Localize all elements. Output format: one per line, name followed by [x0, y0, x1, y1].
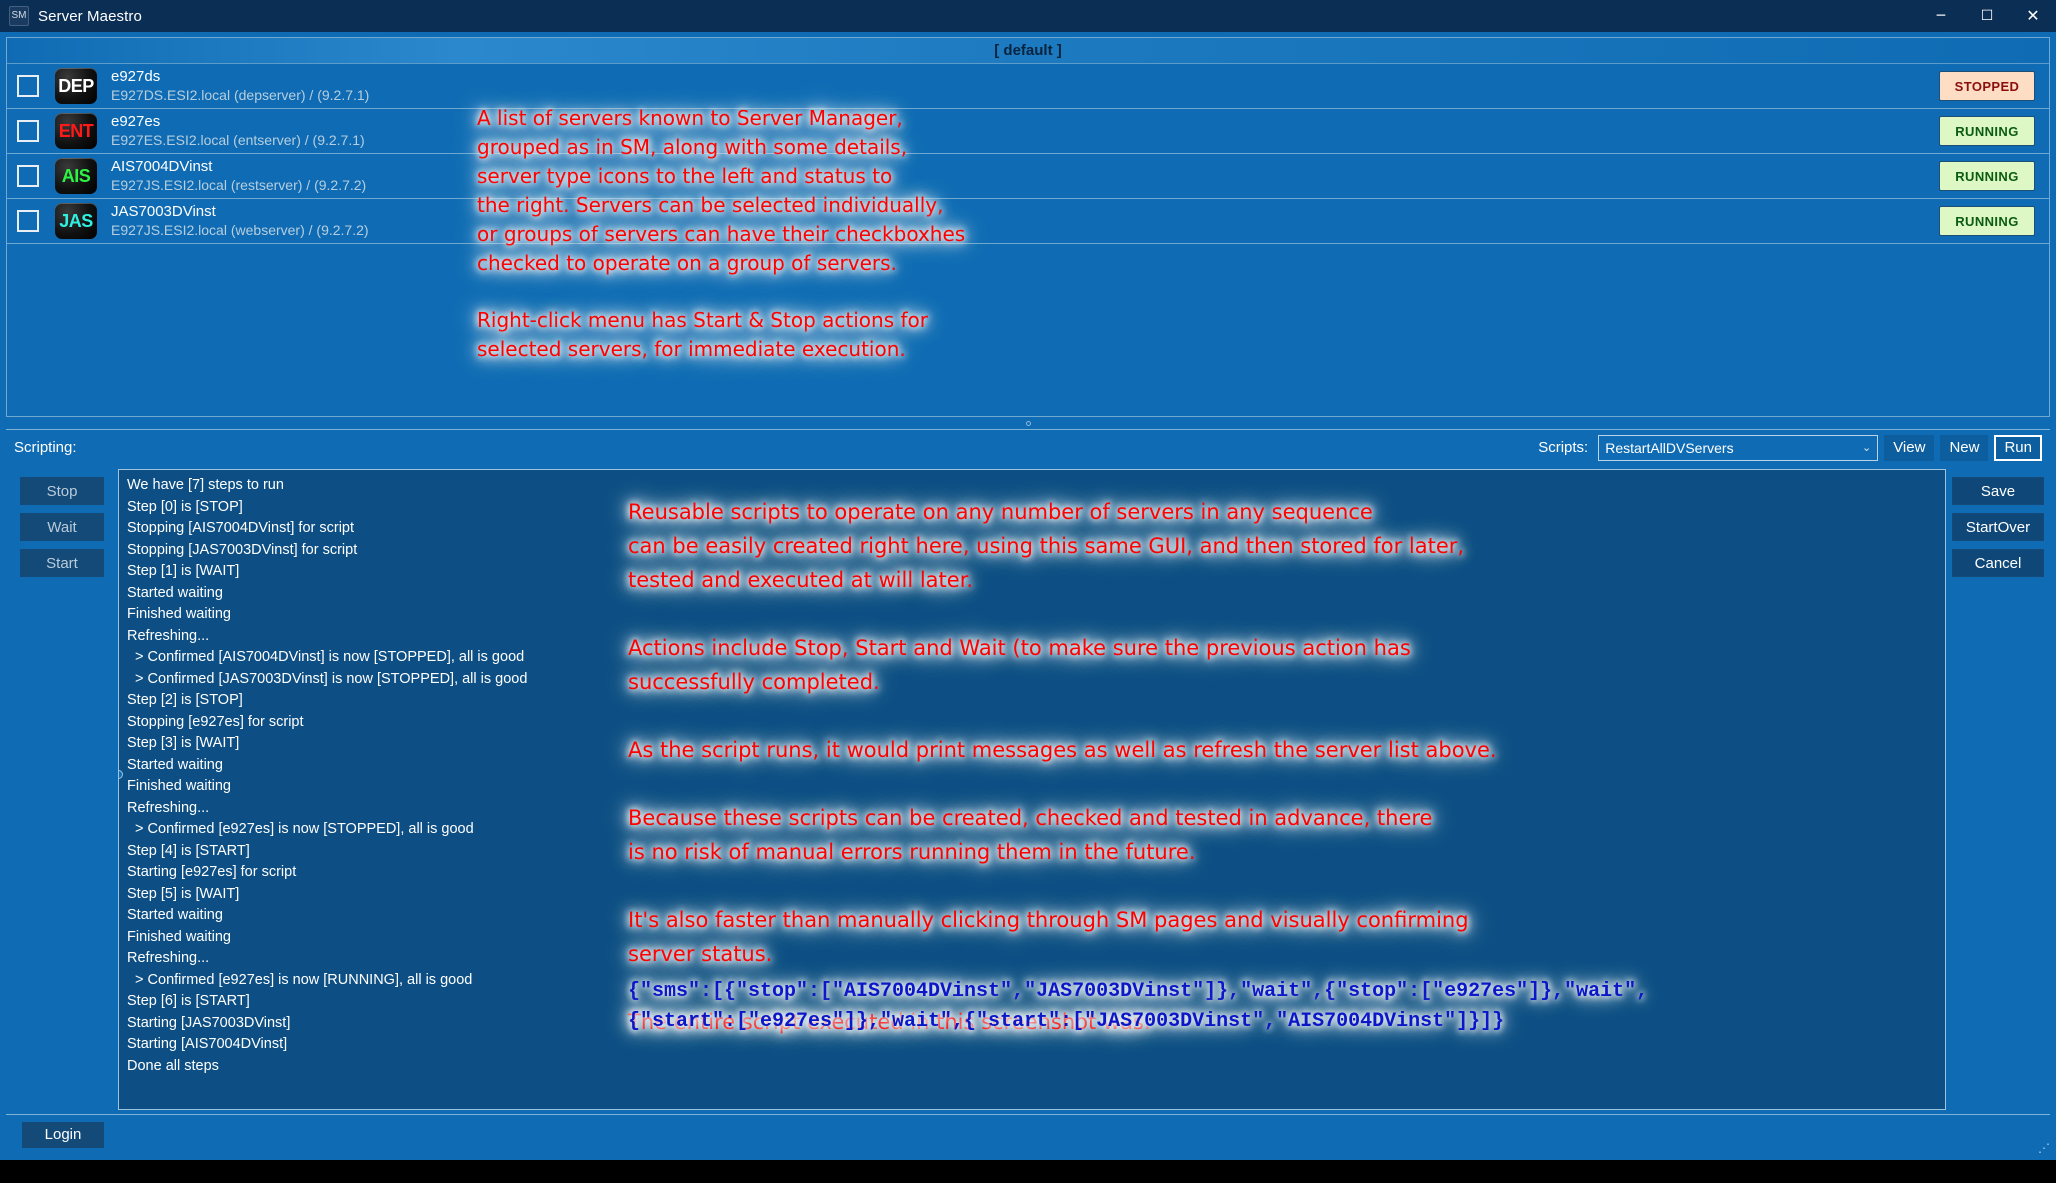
login-button[interactable]: Login	[22, 1121, 104, 1148]
server-name: e927es	[111, 113, 161, 130]
scripting-section-label: Scripting:	[14, 439, 77, 456]
status-badge[interactable]: RUNNING	[1939, 161, 2035, 191]
row-text: e927ds E927DS.ESI2.local (depserver) / (…	[111, 67, 1939, 105]
script-log-panel[interactable]: We have [7] steps to run Step [0] is [ST…	[118, 469, 1946, 1110]
table-row[interactable]: AIS AIS7004DVinst E927JS.ESI2.local (res…	[7, 154, 2049, 199]
desktop-background	[0, 1160, 2056, 1183]
script-body: Stop Wait Start We have [7] steps to run…	[6, 465, 2050, 1112]
run-button[interactable]: Run	[1994, 434, 2042, 461]
server-type-icon: DEP	[55, 68, 97, 104]
scripts-controls: Scripts: RestartAllDVServers ⌄ View New …	[1538, 433, 2042, 463]
panel-splitter[interactable]	[6, 417, 2050, 429]
table-row[interactable]: DEP e927ds E927DS.ESI2.local (depserver)…	[7, 64, 2049, 109]
script-select-value: RestartAllDVServers	[1605, 439, 1734, 456]
annotation-right-click-menu: Right-click menu has Start & Stop action…	[477, 308, 928, 361]
scripts-label: Scripts:	[1538, 439, 1589, 456]
status-badge[interactable]: RUNNING	[1939, 206, 2035, 236]
script-log-text: We have [7] steps to run Step [0] is [ST…	[127, 477, 528, 1074]
server-detail: E927DS.ESI2.local (depserver) / (9.2.7.1…	[111, 87, 370, 103]
startover-button[interactable]: StartOver	[1952, 513, 2044, 541]
status-badge[interactable]: RUNNING	[1939, 116, 2035, 146]
server-name: JAS7003DVinst	[111, 203, 216, 220]
cancel-button[interactable]: Cancel	[1952, 549, 2044, 577]
status-badge[interactable]: STOPPED	[1939, 71, 2035, 101]
server-detail: E927JS.ESI2.local (restserver) / (9.2.7.…	[111, 177, 367, 193]
script-action-buttons: Stop Wait Start	[6, 467, 118, 1112]
chevron-down-icon: ⌄	[1861, 441, 1872, 454]
start-action-button[interactable]: Start	[20, 549, 104, 577]
row-text: AIS7004DVinst E927JS.ESI2.local (restser…	[111, 157, 1939, 195]
script-file-buttons: Save StartOver Cancel	[1946, 467, 2050, 1112]
save-button[interactable]: Save	[1952, 477, 2044, 505]
status-bar: Login	[6, 1114, 2050, 1154]
resize-grip-icon[interactable]: ⋰	[2038, 1142, 2052, 1156]
script-select[interactable]: RestartAllDVServers ⌄	[1598, 434, 1879, 461]
client-area: [ default ] DEP e927ds E927DS.ESI2.local…	[0, 32, 2056, 1160]
application-window: SM Server Maestro ─ ☐ ✕ [ default ] DEP …	[0, 0, 2056, 1160]
server-detail: E927JS.ESI2.local (webserver) / (9.2.7.2…	[111, 222, 369, 238]
minimize-icon[interactable]: ─	[1918, 0, 1964, 32]
table-row[interactable]: JAS JAS7003DVinst E927JS.ESI2.local (web…	[7, 199, 2049, 244]
scripting-toolbar: Scripting: Scripts: RestartAllDVServers …	[6, 429, 2050, 465]
title-bar: SM Server Maestro ─ ☐ ✕	[0, 0, 2056, 32]
server-type-icon: JAS	[55, 203, 97, 239]
window-title: Server Maestro	[38, 7, 142, 25]
table-row[interactable]: ENT e927es E927ES.ESI2.local (entserver)…	[7, 109, 2049, 154]
row-checkbox[interactable]	[17, 120, 39, 142]
stop-action-button[interactable]: Stop	[20, 477, 104, 505]
server-type-icon: AIS	[55, 158, 97, 194]
view-button[interactable]: View	[1884, 434, 1935, 461]
splitter-grip-icon	[1025, 420, 1031, 426]
server-group-header: [ default ]	[7, 38, 2049, 64]
server-maestro-icon: SM	[9, 6, 29, 26]
close-icon[interactable]: ✕	[2010, 0, 2056, 32]
row-text: e927es E927ES.ESI2.local (entserver) / (…	[111, 112, 1939, 150]
row-checkbox[interactable]	[17, 210, 39, 232]
row-checkbox[interactable]	[17, 75, 39, 97]
row-text: JAS7003DVinst E927JS.ESI2.local (webserv…	[111, 202, 1939, 240]
wait-action-button[interactable]: Wait	[20, 513, 104, 541]
maximize-icon[interactable]: ☐	[1964, 0, 2010, 32]
server-name: e927ds	[111, 68, 161, 85]
row-checkbox[interactable]	[17, 165, 39, 187]
server-type-icon: ENT	[55, 113, 97, 149]
new-button[interactable]: New	[1940, 434, 1989, 461]
server-list-panel: [ default ] DEP e927ds E927DS.ESI2.local…	[6, 37, 2050, 417]
server-detail: E927ES.ESI2.local (entserver) / (9.2.7.1…	[111, 132, 365, 148]
server-name: AIS7004DVinst	[111, 158, 213, 175]
